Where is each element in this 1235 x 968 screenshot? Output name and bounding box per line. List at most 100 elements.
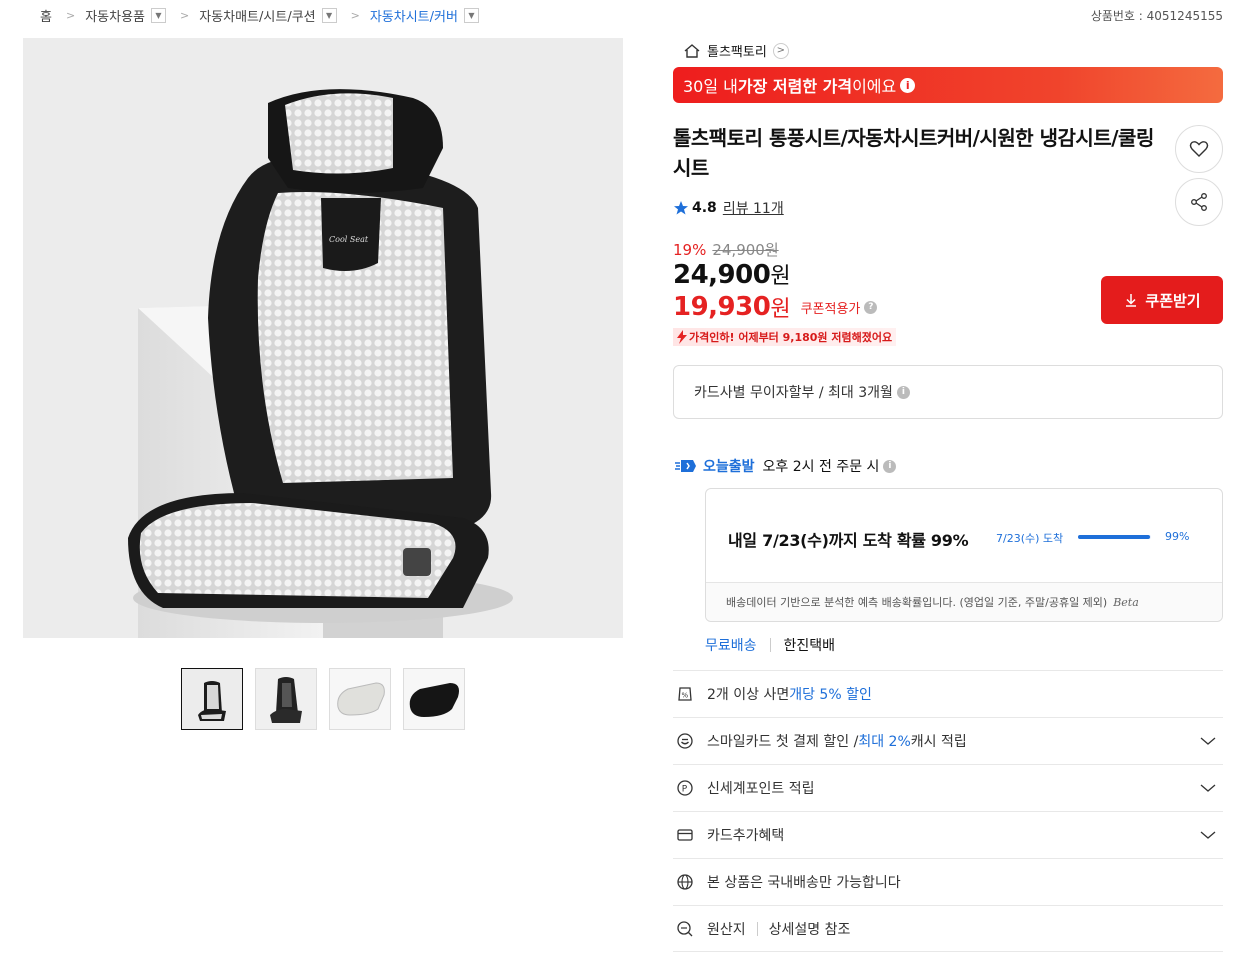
- download-icon: [1126, 294, 1137, 307]
- benefit-bulk-discount: % 2개 이상 사면 개당 5% 할인: [673, 670, 1223, 717]
- breadcrumb-label[interactable]: 자동차매트/시트/쿠션: [199, 6, 315, 25]
- smile-icon: [675, 731, 695, 751]
- chevron-down-icon[interactable]: [1199, 779, 1217, 797]
- banner-suffix: 이에요: [852, 77, 897, 96]
- installment-info[interactable]: 카드사별 무이자할부 / 최대 3개월 i: [673, 365, 1223, 419]
- breadcrumb-home[interactable]: 홈: [40, 6, 52, 25]
- chevron-right-icon: >: [350, 8, 360, 22]
- discount-rate: 19%: [673, 240, 707, 259]
- cushion-thumb-image: [330, 669, 390, 729]
- original-price: 24,900원: [712, 241, 779, 259]
- cushion-thumb-image: [404, 669, 464, 729]
- lightning-icon: [677, 330, 687, 344]
- benefit-smilecard[interactable]: 스마일카드 첫 결제 할인 / 최대 2% 캐시 적립: [673, 717, 1223, 764]
- coupon-price-label: 쿠폰적용가: [800, 301, 861, 317]
- benefit-text-post: 캐시 적립: [910, 734, 967, 750]
- chevron-down-icon[interactable]: ▼: [151, 7, 166, 23]
- benefit-text: 스마일카드 첫 결제 할인 /: [707, 734, 859, 750]
- price-drop-notice: 가격인하! 어제부터 9,180원 저렴해졌어요: [673, 328, 897, 346]
- chevron-down-icon[interactable]: ▼: [321, 7, 337, 23]
- product-title: 톨츠팩토리 통풍시트/자동차시트커버/시원한 냉감시트/쿨링시트: [673, 126, 1154, 180]
- thumbnail-1[interactable]: [181, 668, 243, 730]
- seat-thumb-image: [182, 669, 242, 729]
- benefit-shinsegae-point[interactable]: P 신세계포인트 적립: [673, 764, 1223, 811]
- info-icon[interactable]: i: [896, 385, 910, 399]
- thumbnail-3[interactable]: [329, 668, 391, 730]
- coupon-price: 19,930 원 쿠폰적용가 ?: [673, 291, 878, 323]
- delivery-prediction-note: 배송데이터 기반으로 분석한 예측 배송확률입니다. (영업일 기준, 주말/공…: [706, 583, 1222, 621]
- arrival-date-label: 7/23(수) 도착: [996, 532, 1064, 545]
- chevron-down-icon[interactable]: [1199, 732, 1217, 750]
- wishlist-button[interactable]: [1175, 125, 1223, 173]
- coupon-download-button[interactable]: 쿠폰받기: [1101, 276, 1223, 324]
- delivery-header: 오늘출발 오후 2시 전 주문 시 i: [675, 456, 897, 476]
- discount-row: 19% 24,900원: [673, 239, 779, 260]
- point-icon: P: [675, 778, 695, 798]
- origin-label: 원산지: [707, 921, 746, 938]
- chevron-down-icon[interactable]: [1199, 826, 1217, 844]
- breadcrumb-item[interactable]: 자동차매트/시트/쿠션 ▼: [199, 6, 337, 25]
- delivery-prediction-box: 내일 7/23(수)까지 도착 확률 99% 7/23(수) 도착 99% 배송…: [705, 488, 1223, 622]
- price-drop-text: 가격인하! 어제부터 9,180원 저렴해졌어요: [689, 331, 893, 344]
- info-icon[interactable]: i: [900, 77, 916, 93]
- breadcrumb-label[interactable]: 자동차시트/커버: [370, 6, 458, 25]
- product-main-image[interactable]: Cool Seat: [23, 38, 623, 638]
- sale-price: 24,900원: [673, 258, 791, 290]
- svg-text:%: %: [682, 692, 689, 700]
- car-seat-image: Cool Seat: [23, 38, 623, 638]
- benefit-list: % 2개 이상 사면 개당 5% 할인 스마일카드 첫 결제 할인 / 최대 2…: [673, 670, 1223, 952]
- review-count-link[interactable]: 리뷰 11개: [723, 198, 784, 218]
- origin-info: 원산지 상세설명 참조: [673, 905, 1223, 952]
- fast-delivery-icon: [675, 460, 696, 472]
- store-name[interactable]: 톨츠팩토리: [707, 41, 767, 60]
- seat-thumb-image: [256, 669, 316, 729]
- coupon-price-unit: 원: [770, 297, 791, 322]
- coupon-price-value: 19,930: [673, 292, 771, 322]
- chevron-right-icon: >: [772, 42, 789, 59]
- benefit-text: 신세계포인트 적립: [707, 781, 815, 797]
- origin-value: 상세설명 참조: [768, 921, 851, 938]
- chevron-right-icon: >: [180, 8, 190, 22]
- benefit-text: 카드추가혜택: [707, 828, 785, 844]
- thumbnail-list: [181, 668, 465, 730]
- share-button[interactable]: [1175, 178, 1223, 226]
- carrier-name: 한진택배: [783, 638, 836, 654]
- share-icon: [1191, 193, 1207, 211]
- store-link[interactable]: 톨츠팩토리 >: [683, 41, 789, 60]
- lowest-price-banner: 30일 내 가장 저렴한 가격 이에요 i: [673, 67, 1223, 103]
- benefit-domestic-only: 본 상품은 국내배송만 가능합니다: [673, 858, 1223, 905]
- divider: [756, 921, 758, 936]
- sale-price-value: 24,900: [673, 260, 771, 290]
- benefit-highlight: 최대 2%: [858, 734, 911, 750]
- breadcrumb-label[interactable]: 자동차용품: [85, 6, 145, 25]
- benefit-text: 본 상품은 국내배송만 가능합니다: [707, 875, 901, 891]
- breadcrumb-item[interactable]: 자동차용품 ▼: [85, 6, 166, 25]
- delivery-probability-fill: [1078, 535, 1151, 539]
- heart-icon: [1189, 141, 1209, 157]
- sale-price-unit: 원: [770, 264, 791, 289]
- benefit-card-extra[interactable]: 카드추가혜택: [673, 811, 1223, 858]
- divider: [769, 638, 771, 652]
- chevron-down-icon[interactable]: ▼: [463, 7, 479, 23]
- home-icon: [684, 43, 700, 58]
- rating-summary: 4.8 리뷰 11개: [673, 198, 784, 218]
- discount-tag-icon: %: [675, 684, 695, 704]
- banner-prefix: 30일 내: [683, 77, 738, 96]
- delivery-note-text: 배송데이터 기반으로 분석한 예측 배송확률입니다. (영업일 기준, 주말/공…: [726, 596, 1108, 609]
- breadcrumb-item-current[interactable]: 자동차시트/커버 ▼: [370, 6, 479, 25]
- free-shipping-label: 무료배송: [705, 638, 757, 654]
- chevron-right-icon: >: [65, 8, 76, 22]
- banner-bold: 가장 저렴한 가격: [737, 77, 853, 96]
- shipping-cutoff: 오후 2시 전 주문 시: [762, 459, 880, 475]
- rating-score: 4.8: [692, 200, 717, 216]
- breadcrumb: 홈 > 자동차용품 ▼ > 자동차매트/시트/쿠션 ▼ > 자동차시트/커버 ▼: [40, 5, 479, 25]
- benefit-text: 2개 이상 사면: [707, 687, 790, 703]
- credit-card-icon: [675, 825, 695, 845]
- info-icon[interactable]: i: [883, 459, 897, 473]
- installment-text: 카드사별 무이자할부 / 최대 3개월: [694, 385, 893, 401]
- thumbnail-4[interactable]: [403, 668, 465, 730]
- info-icon[interactable]: ?: [864, 300, 878, 314]
- svg-text:Cool Seat: Cool Seat: [329, 235, 369, 244]
- coupon-button-label: 쿠폰받기: [1145, 291, 1201, 310]
- thumbnail-2[interactable]: [255, 668, 317, 730]
